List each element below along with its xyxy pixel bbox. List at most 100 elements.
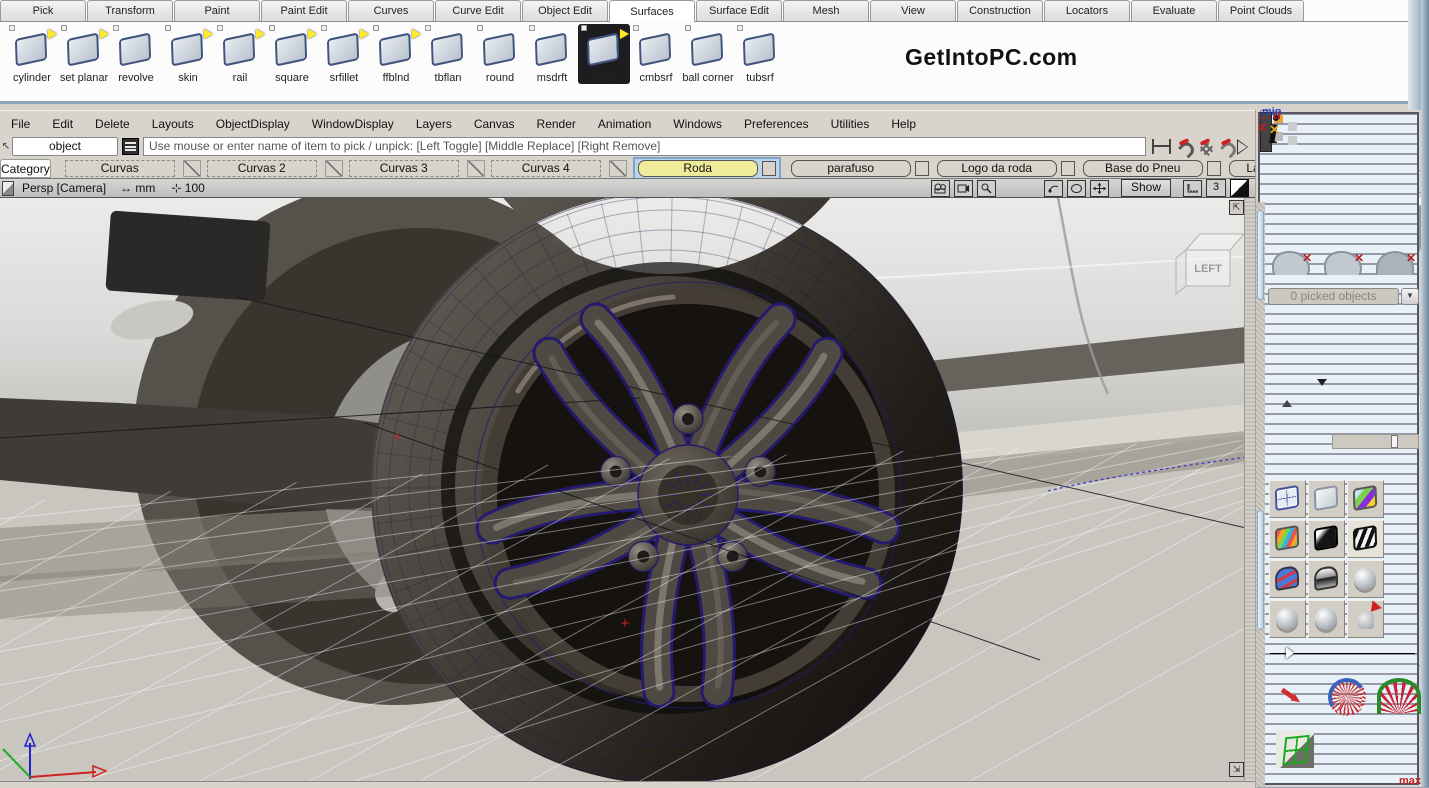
- shelf-tool-button[interactable]: tbflan: [422, 24, 474, 84]
- camera-icon[interactable]: [931, 180, 950, 197]
- layer-tab[interactable]: Curvas: [65, 160, 201, 177]
- option-box-icon[interactable]: [321, 25, 327, 31]
- shelf-tab[interactable]: Object Edit: [522, 0, 608, 21]
- option-box-icon[interactable]: [113, 25, 119, 31]
- shelf-tool-button[interactable]: msdrft: [526, 24, 578, 84]
- shelf-tool-button[interactable]: crvnet: [578, 24, 630, 84]
- menu-item[interactable]: Windows: [662, 117, 733, 131]
- menu-item[interactable]: ObjectDisplay: [205, 117, 301, 131]
- option-box-icon[interactable]: [529, 25, 535, 31]
- shelf-tab[interactable]: Surfaces: [609, 0, 695, 22]
- menu-item[interactable]: Animation: [587, 117, 662, 131]
- option-box-icon[interactable]: [61, 25, 67, 31]
- layer-pill[interactable]: Roda: [633, 157, 781, 180]
- layer-pill[interactable]: Logo da roda: [937, 157, 1075, 180]
- curvature-shade-icon[interactable]: [1269, 560, 1306, 598]
- tolerance-slider[interactable]: [1332, 434, 1419, 449]
- layer-tab[interactable]: Curvas 4: [491, 160, 627, 177]
- option-box-icon[interactable]: [737, 25, 743, 31]
- option-box-icon[interactable]: [685, 25, 691, 31]
- option-box-icon[interactable]: [9, 25, 15, 31]
- shelf-tab[interactable]: Surface Edit: [696, 0, 782, 21]
- shelf-tab[interactable]: View: [870, 0, 956, 21]
- perspective-viewport[interactable]: LEFT ⇱ ⇲: [0, 198, 1255, 781]
- layer-checkbox[interactable]: [762, 161, 776, 176]
- shelf-scroll-strip[interactable]: [1408, 0, 1421, 110]
- palette-shortcut[interactable]: palette: [1268, 197, 1319, 251]
- menu-item[interactable]: File: [0, 117, 41, 131]
- shelf-tab[interactable]: Paint Edit: [261, 0, 347, 21]
- zebra-stripes-icon[interactable]: [1347, 520, 1384, 558]
- layer-pill[interactable]: parafuso: [791, 157, 929, 180]
- panel-scroll-thumb[interactable]: [1257, 210, 1264, 300]
- shelf-tab[interactable]: Curves: [348, 0, 434, 21]
- ruler-icon[interactable]: [1183, 180, 1202, 197]
- layer-checkbox[interactable]: [1207, 161, 1221, 176]
- reflection-shade-icon[interactable]: [1308, 560, 1345, 598]
- shelf-tab[interactable]: Mesh: [783, 0, 869, 21]
- shelf-tool-button[interactable]: ball corner: [682, 24, 734, 84]
- option-box-icon[interactable]: [581, 25, 587, 31]
- panel-scroll-thumb[interactable]: [1257, 510, 1264, 630]
- snap-to-grid-icon[interactable]: [1176, 139, 1192, 155]
- menu-item[interactable]: Preferences: [733, 117, 820, 131]
- shelf-tool-button[interactable]: revolve: [110, 24, 162, 84]
- prompt-input[interactable]: Use mouse or enter name of item to pick …: [143, 137, 1146, 156]
- shelf-tab[interactable]: Construction: [957, 0, 1043, 21]
- shelf-tool-button[interactable]: set planar: [58, 24, 110, 84]
- shelf-tab[interactable]: Point Clouds: [1218, 0, 1304, 21]
- layer-symmetry-icon[interactable]: [609, 160, 627, 177]
- shelf-tool-button[interactable]: ffblnd: [370, 24, 422, 84]
- shelf-tool-button[interactable]: skin: [162, 24, 214, 84]
- background-toggle-icon[interactable]: [1230, 179, 1249, 197]
- keyframe-icon[interactable]: [1152, 139, 1171, 154]
- window-menu-icon[interactable]: [2, 181, 14, 196]
- material-ball-icon[interactable]: [1269, 600, 1306, 638]
- zoom-icon[interactable]: [977, 180, 996, 197]
- shelf-tab[interactable]: Locators: [1044, 0, 1130, 21]
- pan-icon[interactable]: [1090, 180, 1109, 197]
- shelf-tool-button[interactable]: rail: [214, 24, 266, 84]
- shelf-tab[interactable]: Evaluate: [1131, 0, 1217, 21]
- shelf-tab[interactable]: Paint: [174, 0, 260, 21]
- viewport-scroll-strip[interactable]: [1244, 198, 1255, 781]
- shelf-tool-button[interactable]: square: [266, 24, 318, 84]
- layer-symmetry-icon[interactable]: [325, 160, 343, 177]
- pick-mode-select[interactable]: object: [12, 137, 118, 156]
- track-tool-icon[interactable]: [1044, 180, 1063, 197]
- shelf-tool-button[interactable]: cylinder: [6, 24, 58, 84]
- shelf-tab[interactable]: Curve Edit: [435, 0, 521, 21]
- menu-item[interactable]: Layouts: [141, 117, 205, 131]
- highlight-shade-icon[interactable]: [1308, 520, 1345, 558]
- material-ball-icon[interactable]: [1308, 600, 1345, 638]
- dropdown-arrow-icon[interactable]: ▼: [1401, 288, 1419, 305]
- option-box-icon[interactable]: [633, 25, 639, 31]
- category-button[interactable]: Category: [0, 159, 51, 178]
- option-box-icon[interactable]: [217, 25, 223, 31]
- isoangle-shade-icon[interactable]: [1269, 520, 1306, 558]
- shelf-tool-button[interactable]: cmbsrf: [630, 24, 682, 84]
- option-box-icon[interactable]: [477, 25, 483, 31]
- menu-item[interactable]: Delete: [84, 117, 141, 131]
- wheel-model[interactable]: [371, 198, 963, 781]
- spray-assign-icon[interactable]: [1347, 600, 1384, 638]
- snap-to-curve-icon[interactable]: [1197, 139, 1213, 155]
- expand-arrow-icon[interactable]: [1239, 140, 1249, 154]
- shelf-tool-button[interactable]: tubsrf: [734, 24, 786, 84]
- option-box-icon[interactable]: [425, 25, 431, 31]
- patch-precision-button[interactable]: 3: [1206, 179, 1226, 197]
- option-box-icon[interactable]: [165, 25, 171, 31]
- pane-resize-icon[interactable]: ⇱: [1229, 200, 1244, 215]
- camera-view-icon[interactable]: [954, 180, 973, 197]
- shelf-tool-button[interactable]: srfillet: [318, 24, 370, 84]
- history-list-icon[interactable]: [122, 138, 139, 155]
- shade-quality-slider[interactable]: [1270, 647, 1415, 659]
- layer-symmetry-icon[interactable]: [467, 160, 485, 177]
- layer-checkbox[interactable]: [915, 161, 929, 176]
- option-box-icon[interactable]: [269, 25, 275, 31]
- menu-item[interactable]: Utilities: [820, 117, 881, 131]
- snap-to-point-icon[interactable]: [1218, 139, 1234, 155]
- layer-tab[interactable]: Curvas 3: [349, 160, 485, 177]
- menu-item[interactable]: WindowDisplay: [301, 117, 405, 131]
- option-box-icon[interactable]: [373, 25, 379, 31]
